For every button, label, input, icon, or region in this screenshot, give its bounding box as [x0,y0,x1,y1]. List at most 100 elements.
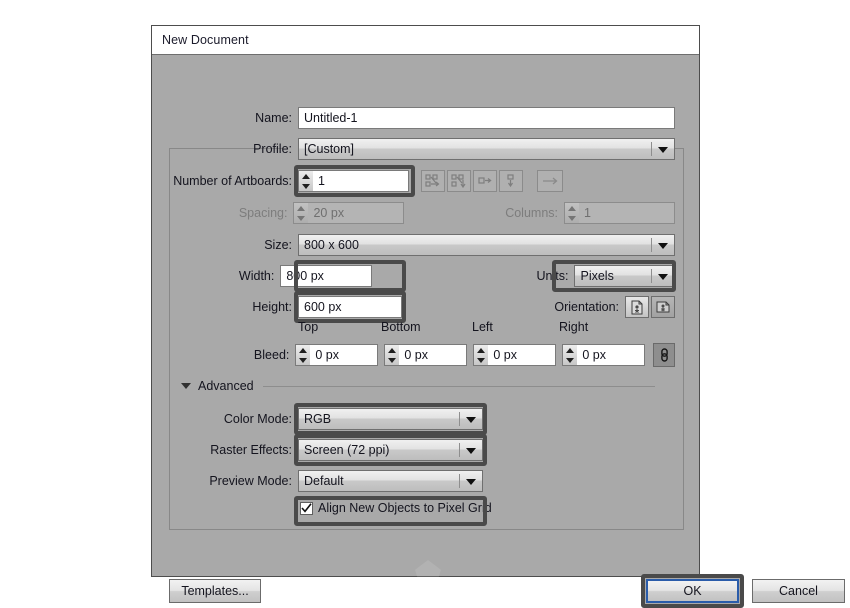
spacing-spinner-buttons [293,202,308,224]
bleed-right-input[interactable]: 0 px [577,344,645,366]
raster-effects-label: Raster Effects: [152,443,292,457]
spinner-up-icon[interactable] [302,174,310,179]
spacing-stepper: 20 px [293,202,404,224]
bleed-bottom-stepper[interactable]: 0 px [384,344,467,366]
preview-mode-dropdown-separator [459,474,460,488]
spinner-down-icon[interactable] [388,358,396,363]
raster-effects-row: Raster Effects: Screen (72 ppi) [152,439,675,461]
orientation-portrait-button[interactable] [625,296,649,318]
artboards-label: Number of Artboards: [152,174,292,188]
ok-button-inner[interactable]: OK [646,579,739,603]
bleed-bottom-label: Bottom [381,320,421,334]
orientation-label: Orientation: [455,300,619,314]
cancel-button-label: Cancel [779,584,818,598]
advanced-label: Advanced [198,379,254,393]
profile-dropdown[interactable]: [Custom] [298,138,675,160]
arrange-column-down-icon [503,174,519,188]
size-value: 800 x 600 [304,238,359,252]
width-units-row: Width: 800 px Units: Pixels [152,265,675,287]
bleed-top-spinner-buttons[interactable] [295,344,310,366]
bleed-left-input[interactable]: 0 px [488,344,556,366]
artboards-spinner-buttons[interactable] [298,170,313,192]
triangle-down-icon[interactable] [181,383,191,389]
profile-label: Profile: [152,142,292,156]
chevron-down-icon [466,479,476,485]
arrange-row-right-icon [477,174,493,188]
bleed-right-stepper[interactable]: 0 px [562,344,645,366]
dialog-body: Name: Untitled-1 Profile: [Custom] Numbe… [152,55,699,576]
spinner-up-icon [568,206,576,211]
spinner-up-icon[interactable] [299,348,307,353]
spinner-down-icon[interactable] [299,358,307,363]
chevron-down-icon [658,274,668,280]
artboards-stepper[interactable]: 1 [298,170,409,192]
chevron-down-icon [466,448,476,454]
dialog-titlebar: New Document [152,26,699,55]
columns-stepper: 1 [564,202,675,224]
chevron-down-icon [658,147,668,153]
height-input[interactable]: 600 px [298,296,402,318]
preview-mode-dropdown[interactable]: Default [298,470,483,492]
name-label: Name: [152,111,292,125]
color-mode-value: RGB [304,412,331,426]
grid-by-column-icon [451,174,467,188]
spinner-up-icon[interactable] [566,348,574,353]
size-dropdown[interactable]: 800 x 600 [298,234,675,256]
spacing-columns-row: Spacing: 20 px Columns: 1 [152,202,675,224]
preview-mode-value: Default [304,474,344,488]
size-label: Size: [152,238,292,252]
spinner-up-icon[interactable] [477,348,485,353]
arrow-right-icon [541,175,559,187]
spinner-down-icon[interactable] [566,358,574,363]
align-pixel-grid-label: Align New Objects to Pixel Grid [318,501,492,515]
artboards-row: Number of Artboards: 1 [152,170,675,192]
profile-value: [Custom] [304,142,354,156]
height-label: Height: [152,300,292,314]
new-document-dialog: New Document Name: Untitled-1 Profile: [… [151,25,700,577]
width-input[interactable]: 800 px [280,265,372,287]
artboard-direction-button[interactable] [537,170,563,192]
advanced-section-header[interactable]: Advanced [181,379,254,393]
bleed-left-stepper[interactable]: 0 px [473,344,556,366]
arrange-row-right-icon-button[interactable] [473,170,497,192]
spacing-input: 20 px [308,202,404,224]
orientation-portrait-icon [630,300,644,315]
bleed-left-spinner-buttons[interactable] [473,344,488,366]
name-row: Name: Untitled-1 [152,107,675,129]
align-pixel-grid-row[interactable]: Align New Objects to Pixel Grid [300,501,492,515]
artboards-input[interactable]: 1 [313,170,409,192]
arrange-column-down-icon-button[interactable] [499,170,523,192]
spinner-down-icon[interactable] [477,358,485,363]
raster-effects-dropdown[interactable]: Screen (72 ppi) [298,439,483,461]
spinner-down-icon [568,216,576,221]
bleed-link-button[interactable] [653,343,675,367]
spinner-up-icon[interactable] [388,348,396,353]
units-dropdown[interactable]: Pixels [574,265,675,287]
grid-by-row-icon [425,174,441,188]
bleed-top-input[interactable]: 0 px [310,344,378,366]
grid-by-column-icon-button[interactable] [447,170,471,192]
artboard-arrangement-buttons [421,170,523,192]
profile-row: Profile: [Custom] [152,138,675,160]
bleed-top-stepper[interactable]: 0 px [295,344,378,366]
orientation-landscape-button[interactable] [651,296,675,318]
name-input[interactable]: Untitled-1 [298,107,675,129]
width-label: Width: [152,269,274,283]
units-dropdown-separator [651,269,652,283]
bleed-right-spinner-buttons[interactable] [562,344,577,366]
bleed-bottom-spinner-buttons[interactable] [384,344,399,366]
templates-button[interactable]: Templates... [169,579,261,603]
color-mode-dropdown[interactable]: RGB [298,408,483,430]
spinner-down-icon[interactable] [302,184,310,189]
cancel-button[interactable]: Cancel [752,579,845,603]
grid-by-row-icon-button[interactable] [421,170,445,192]
orientation-buttons [625,296,675,318]
columns-spinner-buttons [564,202,579,224]
chain-link-icon [659,347,670,363]
preview-mode-row: Preview Mode: Default [152,470,675,492]
bleed-bottom-input[interactable]: 0 px [399,344,467,366]
bleed-top-label: Top [298,320,318,334]
color-mode-label: Color Mode: [152,412,292,426]
ok-button[interactable]: OK [641,574,744,608]
align-pixel-grid-checkbox[interactable] [300,502,313,515]
